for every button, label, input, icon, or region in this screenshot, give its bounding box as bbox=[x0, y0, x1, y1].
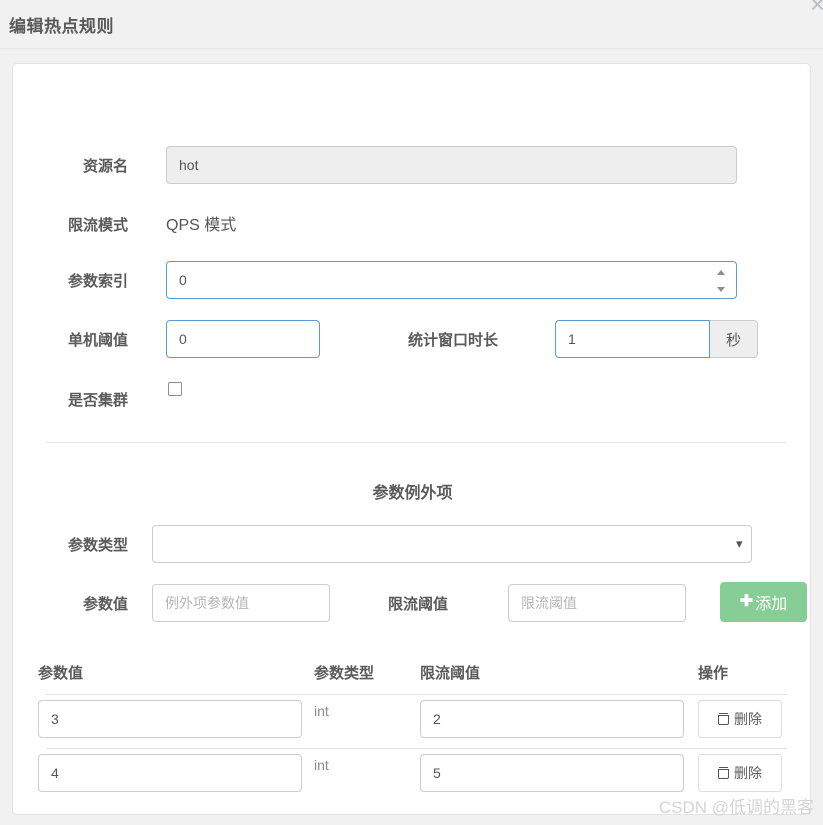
spinner-down-icon[interactable] bbox=[716, 287, 725, 292]
table-row-divider bbox=[46, 694, 787, 695]
window-duration-label: 统计窗口时长 bbox=[408, 332, 499, 349]
row-param-value-input[interactable] bbox=[38, 754, 302, 792]
table-header-param-value: 参数值 bbox=[38, 665, 84, 682]
delete-button-label: 删除 bbox=[734, 711, 762, 727]
table-row-divider bbox=[46, 748, 787, 749]
threshold-label: 限流阈值 bbox=[388, 596, 449, 613]
row-threshold-input[interactable] bbox=[420, 700, 684, 738]
param-index-input[interactable] bbox=[166, 261, 737, 299]
plus-icon: ✚ bbox=[739, 593, 754, 610]
close-icon[interactable]: × bbox=[810, 0, 823, 17]
row-threshold-input[interactable] bbox=[420, 754, 684, 792]
resource-name-input[interactable] bbox=[166, 146, 737, 184]
is-cluster-checkbox[interactable] bbox=[168, 382, 182, 396]
flow-mode-label: 限流模式 bbox=[67, 217, 128, 234]
exception-section-title: 参数例外项 bbox=[372, 485, 453, 502]
row-param-value-input[interactable] bbox=[38, 700, 302, 738]
window-duration-input[interactable] bbox=[555, 320, 710, 358]
threshold-input[interactable] bbox=[508, 584, 686, 622]
row-param-type: int bbox=[314, 757, 329, 773]
add-button[interactable]: ✚ 添加 bbox=[720, 582, 807, 622]
resource-name-label: 资源名 bbox=[82, 158, 128, 175]
param-value-label: 参数值 bbox=[82, 596, 128, 613]
table-header-action: 操作 bbox=[698, 665, 729, 682]
spinner-up-icon[interactable] bbox=[716, 270, 725, 275]
single-threshold-input[interactable] bbox=[166, 320, 320, 358]
delete-button[interactable]: 删除 bbox=[698, 754, 782, 792]
param-type-label: 参数类型 bbox=[67, 537, 128, 554]
window-duration-unit: 秒 bbox=[710, 320, 758, 358]
add-button-label: 添加 bbox=[755, 596, 788, 613]
trash-icon bbox=[718, 713, 729, 725]
dialog-body-panel: 资源名 限流模式 QPS 模式 参数索引 单机阈值 统计窗口时长 秒 是否集群 … bbox=[12, 63, 811, 815]
row-param-type: int bbox=[314, 703, 329, 719]
edit-hotspot-rule-dialog: 编辑热点规则 × 资源名 限流模式 QPS 模式 参数索引 单机阈值 统计窗口时… bbox=[0, 0, 823, 825]
flow-mode-value: QPS 模式 bbox=[166, 217, 237, 234]
delete-button-label: 删除 bbox=[734, 765, 762, 781]
single-threshold-label: 单机阈值 bbox=[67, 332, 128, 349]
table-header-param-type: 参数类型 bbox=[314, 665, 375, 682]
param-type-select[interactable] bbox=[152, 525, 752, 563]
trash-icon bbox=[718, 767, 729, 779]
param-index-spinner[interactable] bbox=[715, 270, 726, 292]
table-header-threshold: 限流阈值 bbox=[420, 665, 481, 682]
param-index-label: 参数索引 bbox=[67, 273, 128, 290]
param-value-input[interactable] bbox=[152, 584, 330, 622]
dialog-title: 编辑热点规则 bbox=[9, 17, 114, 36]
is-cluster-label: 是否集群 bbox=[67, 392, 128, 409]
delete-button[interactable]: 删除 bbox=[698, 700, 782, 738]
dialog-header: 编辑热点规则 × bbox=[0, 0, 823, 49]
watermark: CSDN @低调的黑客 bbox=[658, 798, 814, 817]
section-divider bbox=[46, 442, 787, 443]
